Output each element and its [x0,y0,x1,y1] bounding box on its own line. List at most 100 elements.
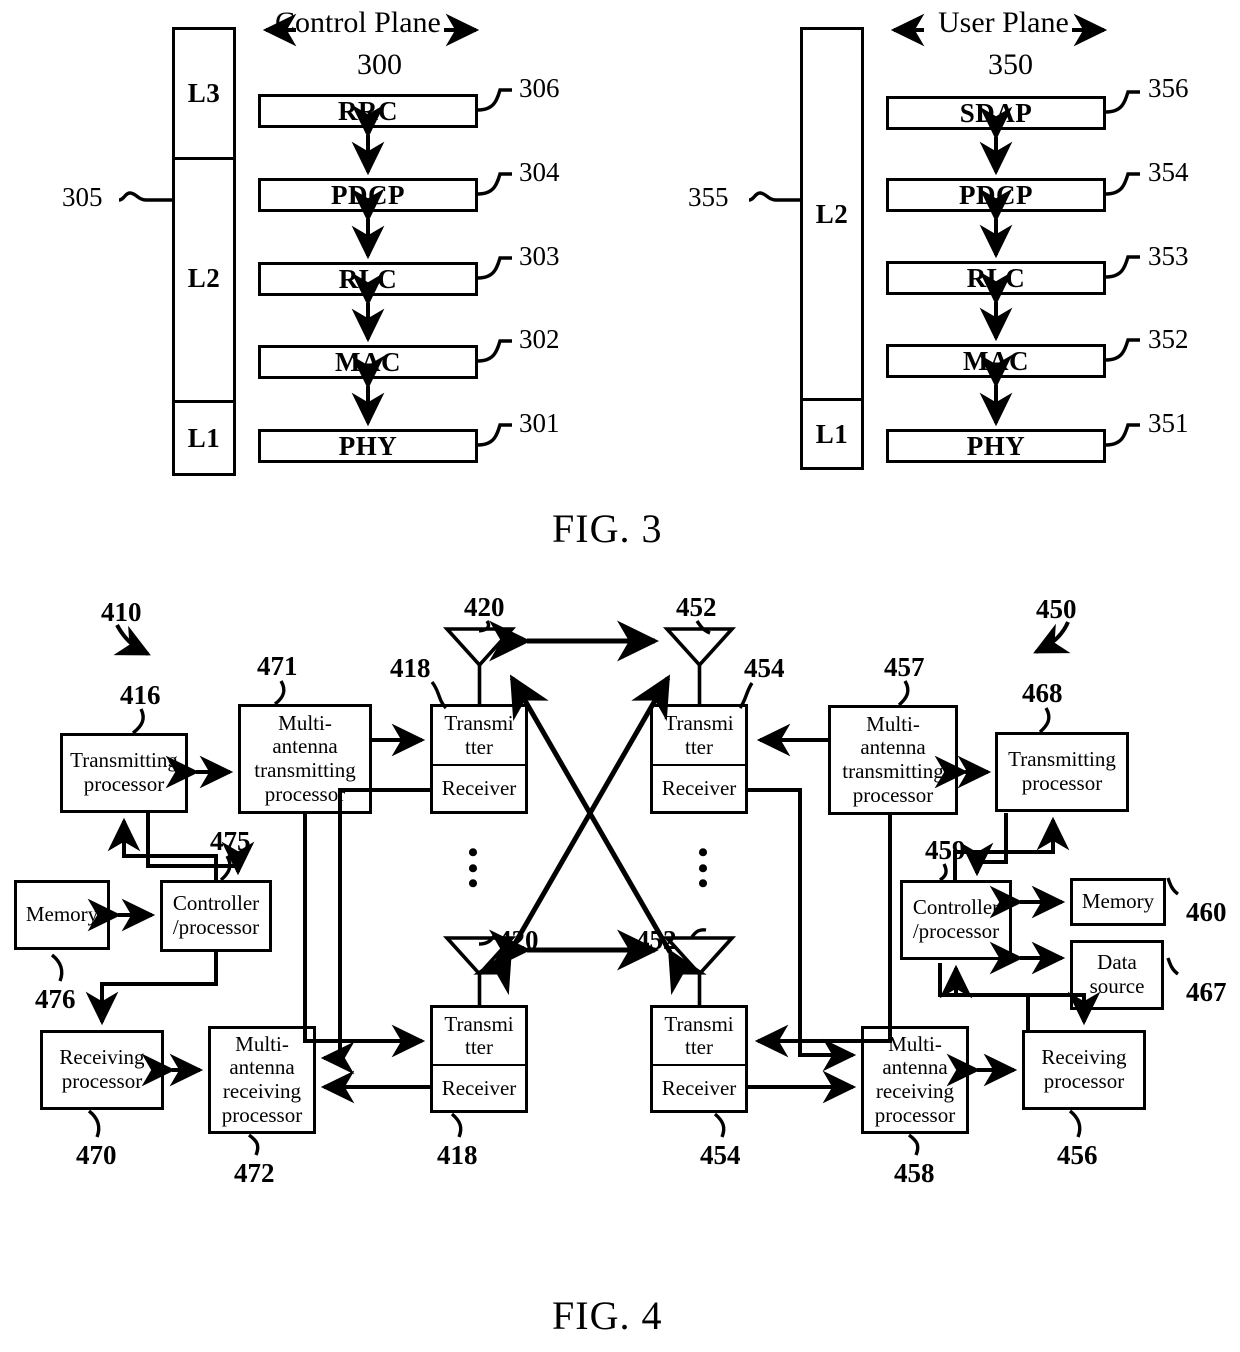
entity-rrc-ref: 306 [519,73,560,103]
transmitter-top-right-label: Transmi tter [664,711,734,759]
entity-rlc-up-label: RLC [966,262,1026,293]
entity-sdap-label: SDAP [959,97,1033,128]
controller-processor-left: Controller /processor [160,880,272,952]
multi-antenna-transmitting-processor-right: Multi- antenna transmitting processor [828,705,958,815]
receiver-top-right-label: Receiver [661,776,737,801]
antenna-ellipsis-right: • • • [697,836,709,901]
entity-rlc-cp-label: RLC [338,263,398,294]
ref-470: 470 [76,1140,117,1170]
controller-processor-right: Controller /processor [900,880,1012,960]
entity-pdcp-cp: PDCP [258,178,478,212]
controller-processor-left-label: Controller /processor [172,891,260,939]
entity-pdcp-up-label: PDCP [959,179,1033,210]
entity-phy-up-ref: 351 [1148,408,1189,438]
ref-420-top: 420 [464,592,505,622]
entity-mac-up: MAC [886,344,1106,378]
ref-420-bottom: 420 [498,925,539,955]
entity-rrc-label: RRC [338,95,398,126]
ma-tx-processor-left-label: Multi- antenna transmitting processor [254,710,356,806]
ref-452-bottom: 452 [636,925,677,955]
transmitter-receiver-bottom-right: Transmi tter Receiver [650,1005,748,1113]
receiver-bottom-left-label: Receiver [441,1075,517,1100]
multi-antenna-transmitting-processor-left: Multi- antenna transmitting processor [238,704,372,814]
layer-label-l1: L1 [187,422,221,453]
receiving-processor-right: Receiving processor [1022,1030,1146,1110]
ref-460: 460 [1186,897,1227,927]
control-plane-layer-column: L3 L2 L1 [172,27,236,476]
data-source-right: Data source [1070,940,1164,1010]
transmitter-receiver-bottom-left: Transmi tter Receiver [430,1005,528,1113]
ref-476: 476 [35,984,76,1014]
entity-sdap: SDAP [886,96,1106,130]
transmitting-processor-right-label: Transmitting processor [1008,747,1116,795]
memory-right: Memory [1070,878,1166,926]
entity-pdcp-cp-label: PDCP [331,179,405,210]
entity-rlc-up-ref: 353 [1148,241,1189,271]
entity-pdcp-up-ref: 354 [1148,157,1189,187]
controller-processor-right-label: Controller /processor [912,895,1000,943]
transmitting-processor-left: Transmitting processor [60,733,188,813]
transmitting-processor-left-label: Transmitting processor [70,748,178,796]
transmitter-receiver-top-left: Transmi tter Receiver [430,704,528,814]
entity-rlc-cp-ref: 303 [519,241,560,271]
entity-phy-up-label: PHY [966,430,1026,461]
patent-drawing-sheet: Control Plane 300 L3 L2 L1 305 RRC 306 P… [0,0,1240,1352]
ref-456: 456 [1057,1140,1098,1170]
ma-tx-processor-right-label: Multi- antenna transmitting processor [842,711,944,807]
entity-rlc-cp: RLC [258,262,478,296]
receiver-top-left-label: Receiver [441,776,517,801]
ma-rx-processor-left-label: Multi- antenna receiving processor [221,1031,303,1127]
transmitter-top-left-label: Transmi tter [444,711,514,759]
figure-4-caption: FIG. 4 [552,1293,663,1338]
ref-418-bottom: 418 [437,1140,478,1170]
entity-phy-cp-ref: 301 [519,408,560,438]
ref-454-bottom: 454 [700,1140,741,1170]
memory-right-label: Memory [1081,889,1155,914]
receiver-bottom-right-label: Receiver [661,1075,737,1100]
transmitting-processor-right: Transmitting processor [995,732,1129,812]
ref-475: 475 [210,826,251,856]
layer-label-l1-up: L1 [815,418,849,449]
ref-459: 459 [925,835,966,865]
entity-phy-cp: PHY [258,429,478,463]
entity-pdcp-up: PDCP [886,178,1106,212]
control-plane-column-ref: 305 [62,182,103,212]
memory-left: Memory [14,880,110,950]
transmitter-bottom-right-label: Transmi tter [664,1011,734,1059]
receiving-processor-left: Receiving processor [40,1030,164,1110]
entity-phy-cp-label: PHY [338,430,398,461]
ref-468: 468 [1022,678,1063,708]
ref-467: 467 [1186,977,1227,1007]
data-source-right-label: Data source [1089,950,1145,998]
ref-472: 472 [234,1158,275,1188]
ref-471: 471 [257,651,298,681]
user-plane-title: User Plane [938,6,1069,39]
layer-label-l2: L2 [187,263,221,293]
device-ref-410: 410 [101,597,142,627]
user-plane-ref: 350 [988,48,1033,81]
multi-antenna-receiving-processor-right: Multi- antenna receiving processor [861,1026,969,1134]
entity-rrc: RRC [258,94,478,128]
entity-phy-up: PHY [886,429,1106,463]
control-plane-title: Control Plane [275,6,441,39]
figure-3-caption: FIG. 3 [552,506,663,551]
antenna-ellipsis-left: • • • [467,836,479,901]
entity-mac-cp-ref: 302 [519,324,560,354]
multi-antenna-receiving-processor-left: Multi- antenna receiving processor [208,1026,316,1134]
ref-418-top: 418 [390,653,431,683]
receiving-processor-left-label: Receiving processor [59,1045,145,1093]
control-plane-ref: 300 [357,48,402,81]
entity-pdcp-cp-ref: 304 [519,157,560,187]
entity-mac-cp: MAC [258,345,478,379]
transmitter-receiver-top-right: Transmi tter Receiver [650,704,748,814]
ref-457: 457 [884,652,925,682]
ref-452-top: 452 [676,592,717,622]
transmitter-bottom-left-label: Transmi tter [444,1011,514,1059]
entity-sdap-ref: 356 [1148,73,1189,103]
ref-458: 458 [894,1158,935,1188]
device-ref-450: 450 [1036,594,1077,624]
entity-rlc-up: RLC [886,261,1106,295]
entity-mac-up-ref: 352 [1148,324,1189,354]
entity-mac-up-label: MAC [963,345,1029,376]
user-plane-layer-column: L2 L1 [800,27,864,470]
